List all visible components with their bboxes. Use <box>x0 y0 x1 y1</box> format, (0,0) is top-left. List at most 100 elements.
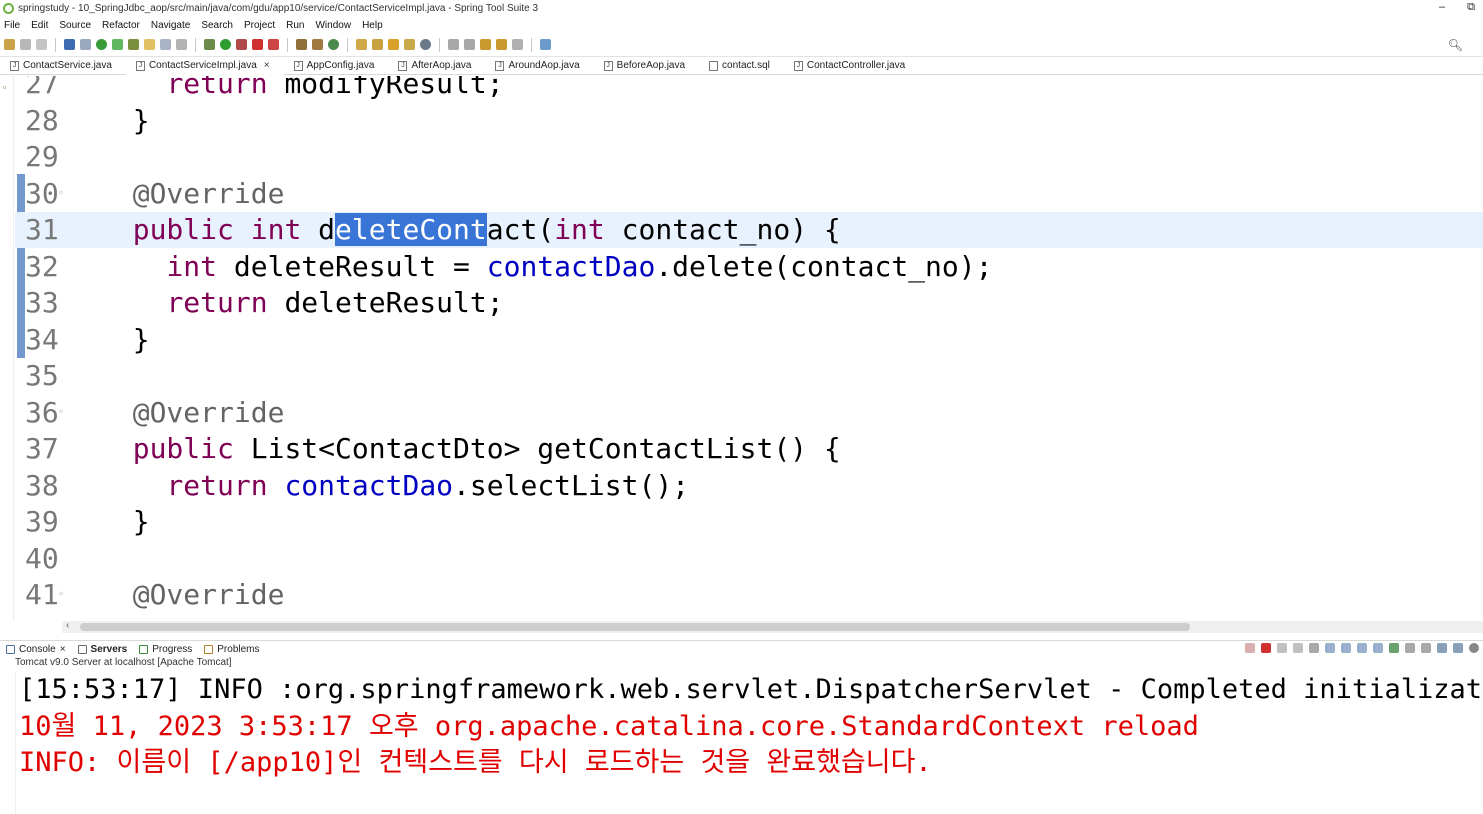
menu-window[interactable]: Window <box>311 20 358 31</box>
terminal-icon[interactable] <box>64 39 75 50</box>
next-annotation-icon[interactable] <box>448 39 459 50</box>
remove-launch-icon[interactable] <box>1277 643 1287 653</box>
maximize-panel-icon[interactable] <box>1453 643 1463 653</box>
open-folder-icon[interactable] <box>356 39 367 50</box>
fold-toggle-icon[interactable]: ◦ <box>58 577 64 613</box>
menu-search[interactable]: Search <box>197 20 240 31</box>
menu-refactor[interactable]: Refactor <box>98 20 147 31</box>
code-line[interactable]: 27 return modifyResult; <box>15 76 1483 102</box>
tab-around-aop[interactable]: J AroundAop.java <box>485 57 593 75</box>
run-icon[interactable] <box>220 39 231 50</box>
tab-contact-controller[interactable]: J ContactController.java <box>784 57 919 75</box>
menu-help[interactable]: Help <box>358 20 390 31</box>
save-all-icon[interactable] <box>36 39 47 50</box>
scroll-left-icon[interactable]: ‹ <box>66 620 69 631</box>
new-class-icon[interactable] <box>328 39 339 50</box>
close-icon[interactable]: × <box>60 644 66 655</box>
external-tools-icon[interactable] <box>236 39 247 50</box>
forward-icon[interactable] <box>512 39 523 50</box>
terminate-icon[interactable] <box>1261 643 1271 653</box>
new-package-icon[interactable] <box>312 39 323 50</box>
menu-project[interactable]: Project <box>240 20 282 31</box>
previous-annotation-icon[interactable] <box>464 39 475 50</box>
code-line[interactable]: 41 ◦ @Override <box>15 577 1483 613</box>
back-icon[interactable] <box>496 39 507 50</box>
tab-console[interactable]: Console × <box>0 644 72 655</box>
close-icon[interactable]: × <box>264 60 270 71</box>
scroll-lock-icon[interactable] <box>1325 643 1335 653</box>
scrollbar-thumb[interactable] <box>80 623 1190 631</box>
spring-icon[interactable] <box>128 39 139 50</box>
coverage-icon[interactable] <box>268 39 279 50</box>
console-output[interactable]: [15:53:17] INFO :org.springframework.web… <box>15 671 1483 814</box>
tab-contact-sql[interactable]: contact.sql <box>699 57 784 75</box>
debug-icon[interactable] <box>204 39 215 50</box>
code-line[interactable]: 28 } <box>15 103 1483 139</box>
open-resource-icon[interactable] <box>404 39 415 50</box>
code-line[interactable]: 30 ◦ @Override <box>15 176 1483 212</box>
word-wrap-icon[interactable] <box>1341 643 1351 653</box>
code-line[interactable]: 36 ◦ @Override <box>15 395 1483 431</box>
show-whitespace-icon[interactable] <box>176 39 187 50</box>
minimize-button[interactable]: – <box>1439 1 1445 14</box>
tab-servers[interactable]: Servers <box>72 644 134 655</box>
skip-breakpoints-icon[interactable] <box>80 39 91 50</box>
code-line[interactable]: 37 public List<ContactDto> getContactLis… <box>15 431 1483 467</box>
gear-icon[interactable] <box>1469 643 1479 653</box>
horizontal-scrollbar[interactable]: ‹ <box>62 620 1483 633</box>
minimize-panel-icon[interactable] <box>1437 643 1447 653</box>
server-start-icon[interactable] <box>96 39 107 50</box>
menu-navigate[interactable]: Navigate <box>147 20 197 31</box>
refresh-icon[interactable] <box>112 39 123 50</box>
java-file-icon: J <box>603 60 613 71</box>
console-line: INFO: 이름이 [/app10]인 컨텍스트를 다시 로드하는 것을 완료했… <box>19 747 932 778</box>
marker-icon[interactable]: ▫ <box>3 82 6 92</box>
tab-label: AfterAop.java <box>411 60 472 71</box>
highlight-icon[interactable] <box>144 39 155 50</box>
pin-console-icon[interactable] <box>1389 643 1399 653</box>
code-line[interactable]: 34 } <box>15 322 1483 358</box>
code-line[interactable]: 39 } <box>15 504 1483 540</box>
menu-file[interactable]: File <box>0 20 27 31</box>
restore-button[interactable]: ⧉ <box>1467 1 1475 14</box>
fold-toggle-icon[interactable]: ◦ <box>58 176 64 212</box>
tab-after-aop[interactable]: J AfterAop.java <box>388 57 485 75</box>
open-task-icon[interactable] <box>372 39 383 50</box>
tab-before-aop[interactable]: J BeforeAop.java <box>594 57 699 75</box>
tab-contact-service-impl[interactable]: J ContactServiceImpl.java × <box>125 56 284 75</box>
open-type-icon[interactable] <box>160 39 171 50</box>
disconnect-icon[interactable] <box>1245 643 1255 653</box>
globe-icon[interactable] <box>420 39 431 50</box>
code-line[interactable]: 33 return deleteResult; <box>15 285 1483 321</box>
code-line[interactable]: 29 <box>15 139 1483 175</box>
display-console-icon[interactable] <box>1405 643 1415 653</box>
menu-edit[interactable]: Edit <box>27 20 55 31</box>
open-console-icon[interactable] <box>1421 643 1431 653</box>
pin-editor-icon[interactable] <box>540 39 551 50</box>
code-line[interactable]: 35 <box>15 358 1483 394</box>
save-icon[interactable] <box>20 39 31 50</box>
remove-all-icon[interactable] <box>1293 643 1303 653</box>
menu-source[interactable]: Source <box>55 20 98 31</box>
stop-icon[interactable] <box>252 39 263 50</box>
new-java-project-icon[interactable] <box>296 39 307 50</box>
show-on-stdout-icon[interactable] <box>1357 643 1367 653</box>
new-icon[interactable] <box>4 39 15 50</box>
tab-contact-service[interactable]: J ContactService.java <box>0 57 126 75</box>
code-line[interactable]: 38 return contactDao.selectList(); <box>15 468 1483 504</box>
clear-console-icon[interactable] <box>1309 643 1319 653</box>
pen-icon[interactable] <box>388 39 399 50</box>
code-line[interactable]: 31 public int deleteContact(int contact_… <box>15 212 1483 248</box>
fold-toggle-icon[interactable]: ◦ <box>58 395 64 431</box>
code-editor[interactable]: 27 return modifyResult; 28 } 29 30 ◦ @Overri… <box>15 76 1483 621</box>
code-line[interactable]: 40 <box>15 541 1483 577</box>
show-on-stderr-icon[interactable] <box>1373 643 1383 653</box>
tab-problems[interactable]: Problems <box>198 644 265 655</box>
tab-progress[interactable]: Progress <box>133 644 198 655</box>
toolbar-separator <box>55 37 56 52</box>
code-line[interactable]: 32 int deleteResult = contactDao.delete(… <box>15 249 1483 285</box>
search-icon[interactable]: 🔍︎ <box>1448 38 1463 52</box>
menu-run[interactable]: Run <box>282 20 311 31</box>
tab-app-config[interactable]: J AppConfig.java <box>284 57 389 75</box>
last-edit-icon[interactable] <box>480 39 491 50</box>
